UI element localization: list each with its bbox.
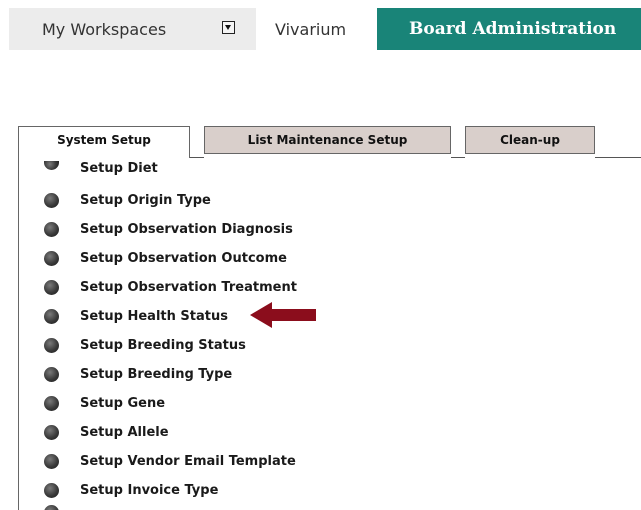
list-item-setup-origin-type[interactable]: Setup Origin Type [44,187,444,215]
tab-system-setup[interactable]: System Setup [18,126,190,158]
list-item-setup-health-status[interactable]: Setup Health Status [44,303,444,331]
bullet-icon [44,193,59,208]
tab-clean-up[interactable]: Clean-up [465,126,595,154]
list-item-setup-allele[interactable]: Setup Allele [44,419,444,447]
bullet-icon [44,222,59,237]
board-administration-label: Board Administration [409,19,617,39]
bullet-icon [44,280,59,295]
bullet-icon [44,505,59,510]
list-item-setup-diet[interactable]: Setup Diet [44,158,444,186]
list-item-label[interactable]: Setup Breeding Type [80,367,232,382]
bullet-icon [44,338,59,353]
tab-baseline [451,157,465,158]
list-item-setup-observation-diagnosis[interactable]: Setup Observation Diagnosis [44,216,444,244]
list-item-label[interactable]: Setup Origin Type [80,193,211,208]
my-workspaces-label: My Workspaces [42,20,167,39]
vivarium-nav-item[interactable]: Vivarium [257,8,376,50]
list-item-partial [44,503,444,510]
bullet-icon [44,367,59,382]
list-item-label[interactable]: Setup Vendor Email Template [80,454,296,469]
list-item-setup-invoice-type[interactable]: Setup Invoice Type [44,477,444,505]
bullet-icon [44,454,59,469]
list-item-setup-breeding-type[interactable]: Setup Breeding Type [44,361,444,389]
list-item-label[interactable]: Setup Observation Diagnosis [80,222,293,237]
list-item-label[interactable]: Setup Observation Outcome [80,251,287,266]
list-item-label[interactable]: Setup Invoice Type [80,483,218,498]
top-navigation: My Workspaces Vivarium Board Administrat… [0,8,641,50]
list-item-label[interactable]: Setup Breeding Status [80,338,246,353]
board-administration-nav-item[interactable]: Board Administration [377,8,641,50]
bullet-icon [44,251,59,266]
vivarium-label: Vivarium [275,20,347,39]
list-item-label[interactable]: Setup Allele [80,425,169,440]
list-item-setup-observation-outcome[interactable]: Setup Observation Outcome [44,245,444,273]
list-item-setup-observation-treatment[interactable]: Setup Observation Treatment [44,274,444,302]
bullet-icon [44,483,59,498]
list-panel-border [18,157,19,510]
list-item-setup-vendor-email-template[interactable]: Setup Vendor Email Template [44,448,444,476]
annotation-arrow-icon [250,302,316,328]
list-item-setup-gene[interactable]: Setup Gene [44,390,444,418]
page: My Workspaces Vivarium Board Administrat… [0,0,641,510]
list-item-label[interactable]: Setup Observation Treatment [80,280,297,295]
bullet-icon [44,425,59,440]
setup-tabs: System Setup List Maintenance Setup Clea… [18,126,641,158]
bullet-icon [44,309,59,324]
list-item-label[interactable]: Setup Gene [80,396,165,411]
dropdown-arrow-icon[interactable] [222,21,235,34]
list-item-setup-breeding-status[interactable]: Setup Breeding Status [44,332,444,360]
my-workspaces-menu[interactable]: My Workspaces [9,8,256,50]
bullet-icon [44,161,59,170]
tab-list-maintenance-setup[interactable]: List Maintenance Setup [204,126,451,154]
tab-baseline [595,157,641,158]
list-item-label[interactable]: Setup Diet [80,161,158,176]
bullet-icon [44,396,59,411]
list-item-label[interactable]: Setup Health Status [80,309,228,324]
